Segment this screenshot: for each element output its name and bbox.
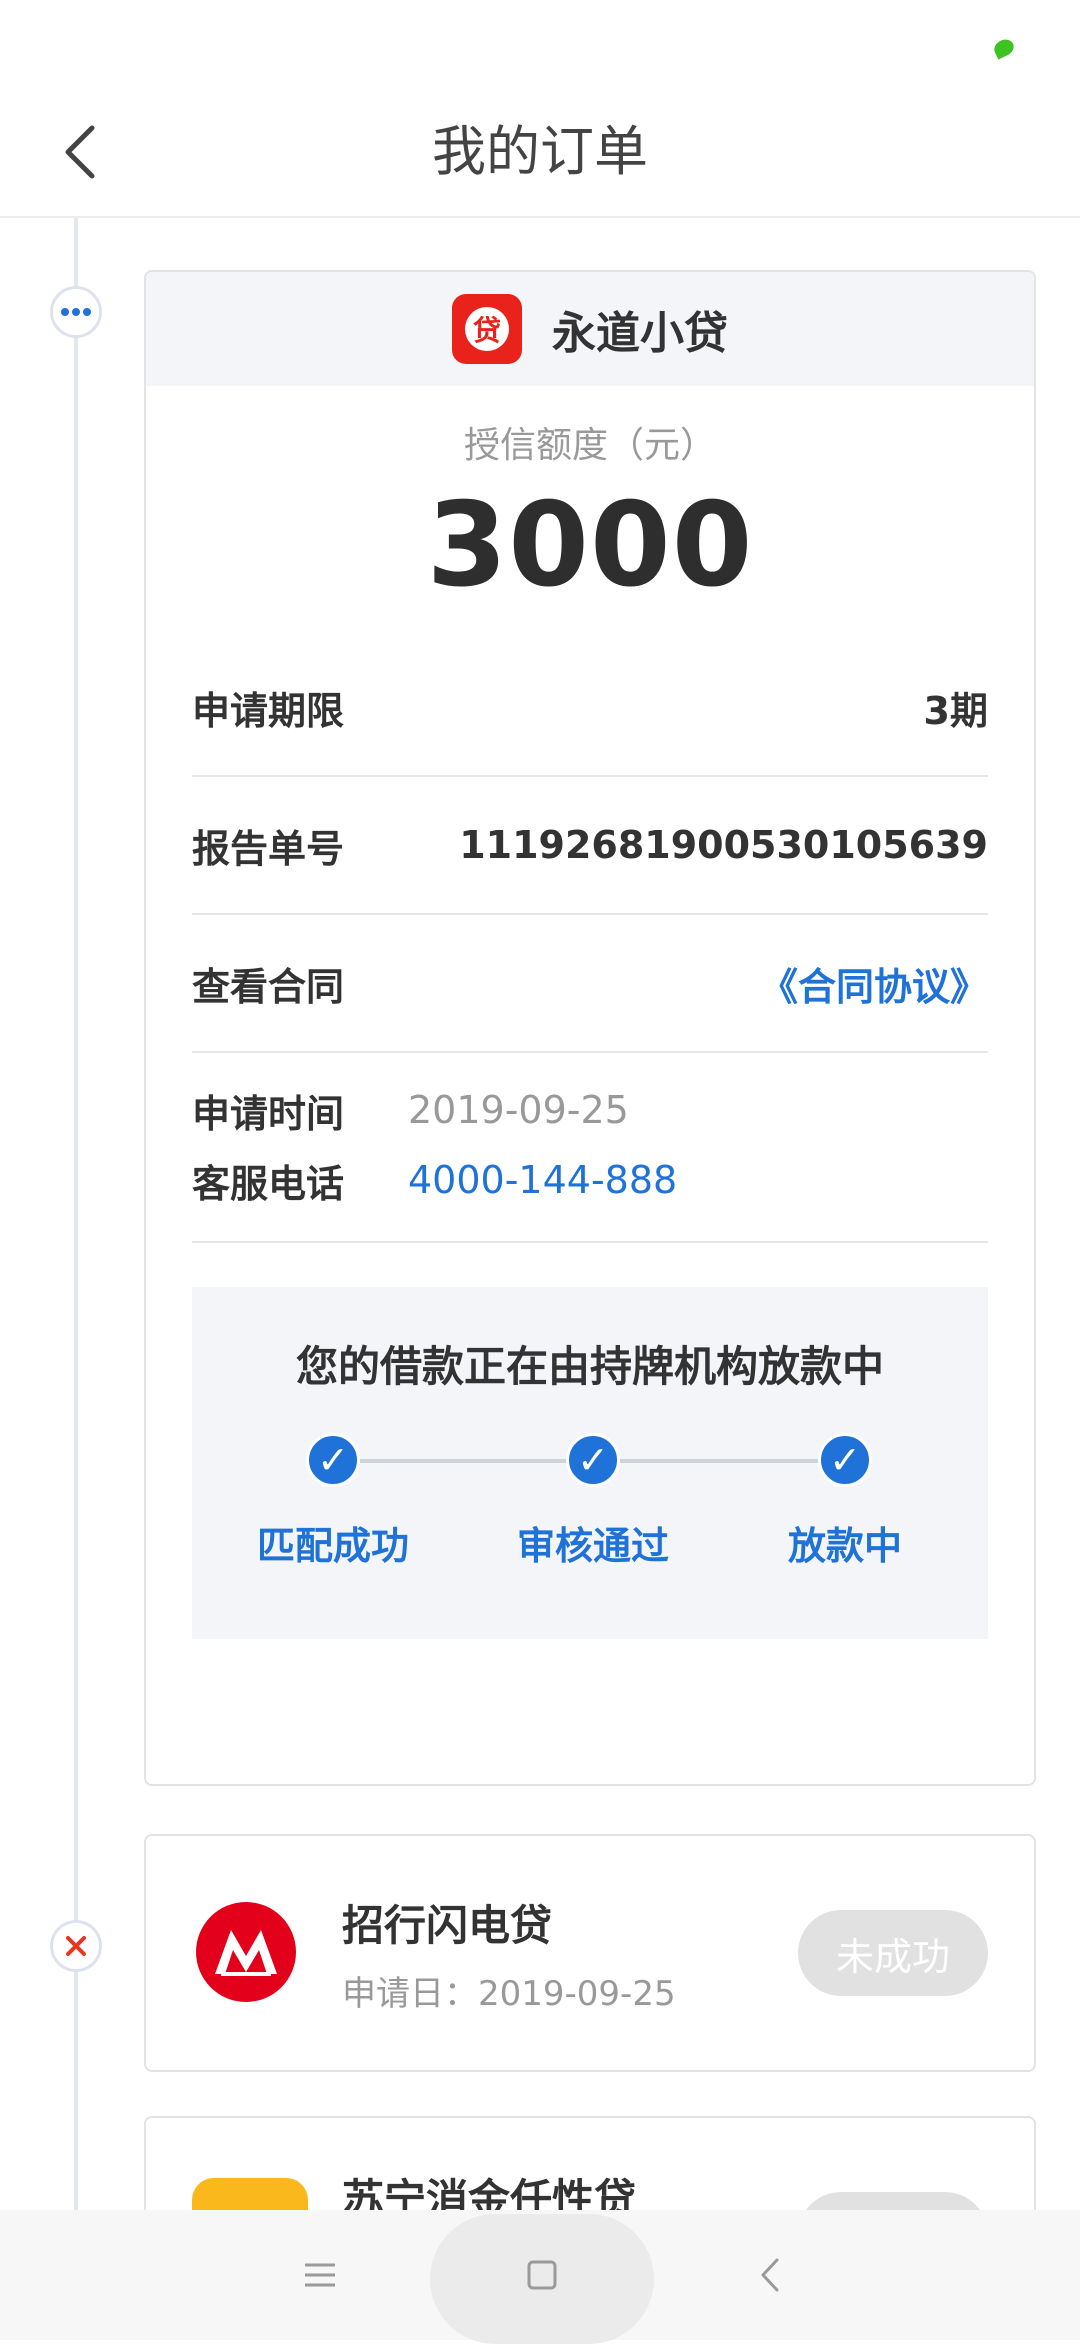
report-no-value: 11192681900530105639 — [459, 823, 988, 867]
step-check-icon: ✓ — [306, 1433, 360, 1487]
step-label-matched: 匹配成功 — [256, 1524, 409, 1568]
term-value: 3期 — [923, 688, 988, 733]
menu-icon — [305, 2263, 335, 2287]
chevron-left-icon — [761, 2258, 779, 2292]
notification-dot-icon — [991, 36, 1017, 60]
timeline-line — [74, 218, 78, 2218]
info-row-report-no: 报告单号 11192681900530105639 — [192, 777, 988, 915]
info-row-contract[interactable]: 查看合同 《合同协议》 — [192, 915, 988, 1053]
system-nav-bar — [0, 2210, 1080, 2344]
brand-name: 招行闪电贷 — [342, 1901, 553, 1950]
apply-time-row: 申请时间 2019-09-25 — [192, 1075, 988, 1145]
brand-name: 永道小贷 — [552, 308, 728, 359]
nav-back-button[interactable] — [720, 2210, 820, 2340]
logo-char: 贷 — [465, 307, 509, 351]
card-header: 贷 永道小贷 — [146, 272, 1034, 386]
apply-time-value: 2019-09-25 — [408, 1088, 629, 1132]
credit-label: 授信额度（元） — [463, 425, 716, 466]
phone-row: 客服电话 4000-144-888 — [192, 1145, 988, 1215]
apply-date: 申请日：2019-09-25 — [342, 1974, 676, 2014]
contract-link[interactable]: 《合同协议》 — [760, 956, 988, 1011]
status-badge: 未成功 — [798, 1910, 988, 1996]
close-icon — [66, 1936, 86, 1956]
step-check-icon: ✓ — [818, 1433, 872, 1487]
step-check-icon: ✓ — [566, 1433, 620, 1487]
contract-label: 查看合同 — [192, 964, 345, 1009]
phone-link[interactable]: 4000-144-888 — [408, 1158, 677, 1202]
more-dots-icon — [61, 308, 91, 316]
info-row-term: 申请期限 3期 — [192, 639, 988, 777]
progress-title: 您的借款正在由持牌机构放款中 — [295, 1342, 884, 1391]
order-card-yongdao[interactable]: 贷 永道小贷 授信额度（元） 3000 申请期限 3期 报告单号 1119268… — [144, 270, 1036, 1786]
app-header: 我的订单 — [0, 80, 1080, 218]
info-list: 申请期限 3期 报告单号 11192681900530105639 查看合同 《… — [192, 639, 988, 1243]
term-label: 申请期限 — [192, 688, 345, 733]
apply-time-label: 申请时间 — [192, 1091, 345, 1136]
home-square-icon — [527, 2260, 557, 2290]
timeline-node-pending — [50, 286, 102, 338]
nav-home-button[interactable] — [492, 2210, 592, 2340]
progress-panel: 您的借款正在由持牌机构放款中 ✓ ✓ ✓ 匹配成功 审核通过 放款中 — [192, 1287, 988, 1639]
order-card-cmb[interactable]: 招行闪电贷 申请日：2019-09-25 未成功 — [144, 1834, 1036, 2072]
step-label-disbursing: 放款中 — [787, 1524, 902, 1568]
phone-label: 客服电话 — [192, 1161, 345, 1206]
cmb-logo-mark — [215, 1930, 277, 1976]
report-no-label: 报告单号 — [192, 826, 345, 871]
step-label-approved: 审核通过 — [516, 1524, 669, 1568]
credit-amount: 3000 — [426, 478, 754, 613]
timeline-node-failed — [50, 1920, 102, 1972]
meta-block: 申请时间 2019-09-25 客服电话 4000-144-888 — [192, 1053, 988, 1243]
nav-menu-button[interactable] — [270, 2210, 370, 2340]
yongdao-logo: 贷 — [452, 294, 522, 364]
page-title: 我的订单 — [432, 120, 648, 183]
cmb-logo — [196, 1902, 296, 2002]
status-bar — [0, 0, 1080, 80]
